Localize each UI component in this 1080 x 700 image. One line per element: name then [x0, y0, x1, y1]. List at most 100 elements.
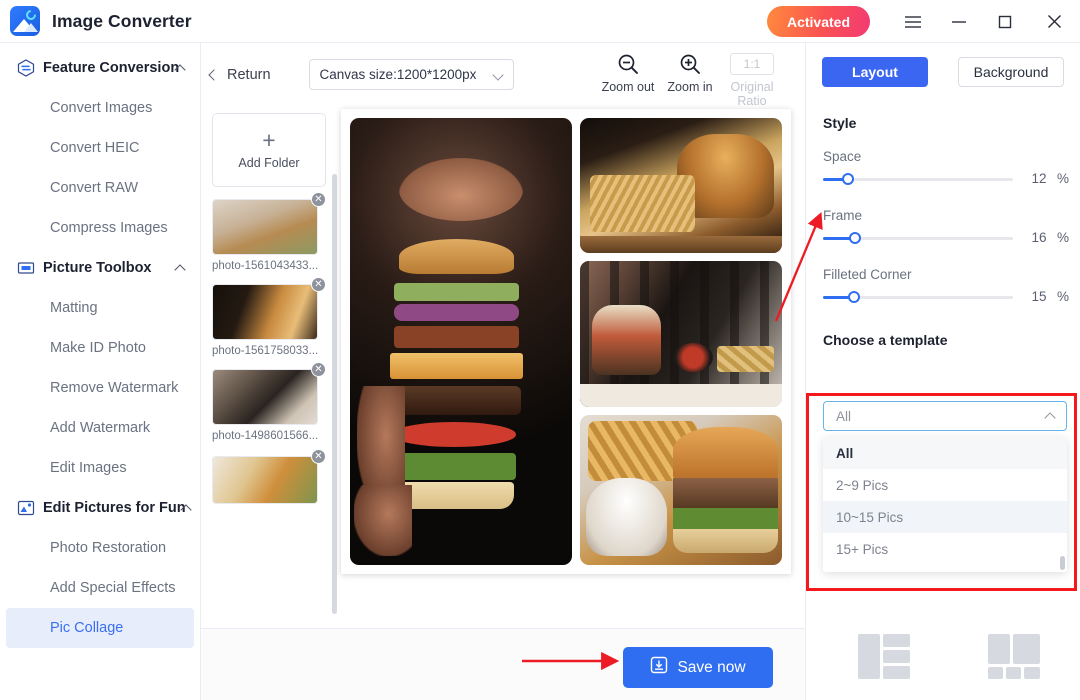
remove-icon[interactable]: ✕ [311, 362, 326, 377]
thumbnail-list[interactable]: + Add Folder ✕ photo-1561043433... ✕ pho… [201, 106, 341, 671]
sidebar-item-edit-images[interactable]: Edit Images [0, 448, 200, 488]
app-logo-icon [10, 6, 40, 36]
zoom-out-icon [597, 49, 659, 79]
slider-unit: % [1056, 171, 1069, 187]
chevron-down-icon [491, 69, 504, 81]
list-item[interactable]: ✕ [212, 449, 326, 504]
slider-space: Space 12 % [823, 149, 1080, 188]
save-button[interactable]: Save now [623, 647, 773, 688]
add-folder-button[interactable]: + Add Folder [212, 113, 326, 187]
toolbox-icon [17, 259, 35, 277]
collage-cell-2[interactable] [580, 261, 782, 408]
thumbnail-name: photo-1498601566... [212, 430, 319, 442]
zoom-in-button[interactable]: Zoom in [659, 49, 721, 108]
dropdown-option-all[interactable]: All [823, 437, 1067, 469]
close-icon[interactable] [1028, 0, 1080, 43]
thumbnail-image [212, 284, 318, 340]
collage-cell-3[interactable] [580, 415, 782, 566]
sidebar-item-convert-raw[interactable]: Convert RAW [0, 168, 200, 208]
sidebar-item-pic-collage[interactable]: Pic Collage [6, 608, 194, 648]
tab-background[interactable]: Background [958, 57, 1064, 87]
sidebar-item-compress-images[interactable]: Compress Images [0, 208, 200, 248]
app-title: Image Converter [52, 10, 192, 31]
sidebar-item-add-special-effects[interactable]: Add Special Effects [0, 568, 200, 608]
template-heading: Choose a template [823, 332, 948, 348]
list-item[interactable]: ✕ photo-1561043433... [212, 192, 326, 272]
chevron-left-icon [208, 68, 220, 81]
application-window: Image Converter Activated Feature Conver… [0, 0, 1080, 700]
panel-tabs: Layout Background [806, 43, 1080, 87]
sidebar-group-feature-conversion[interactable]: Feature Conversion [0, 48, 200, 88]
list-item[interactable]: ✕ photo-1561758033... [212, 277, 326, 357]
zoom-in-icon [659, 49, 721, 79]
tab-layout[interactable]: Layout [822, 57, 928, 87]
template-filter-select[interactable]: All [823, 401, 1067, 431]
zoom-out-button[interactable]: Zoom out [597, 49, 659, 108]
slider-value: 16 [1031, 230, 1047, 246]
slider-label: Filleted Corner [823, 267, 912, 282]
thumbnail-scrollbar[interactable] [332, 174, 337, 614]
slider-handle[interactable] [848, 290, 860, 303]
zoom-controls: Zoom out Zoom in 1:1 Original Ratio [597, 49, 783, 108]
sidebar-item-matting[interactable]: Matting [0, 288, 200, 328]
collage-canvas[interactable] [341, 109, 791, 574]
canvas-size-value: Canvas size:1200*1200px [319, 67, 477, 82]
collage-cell-1[interactable] [580, 118, 782, 254]
template-thumbnail[interactable] [858, 634, 910, 679]
collage-cell-main[interactable] [350, 118, 572, 565]
slider-value: 15 [1031, 289, 1047, 305]
canvas-size-select[interactable]: Canvas size:1200*1200px [308, 59, 514, 90]
thumbnail-image [212, 199, 318, 255]
template-thumbnail[interactable] [988, 634, 1040, 679]
sidebar-group-picture-toolbox[interactable]: Picture Toolbox [0, 248, 200, 288]
dropdown-scrollbar[interactable] [1060, 556, 1065, 570]
footer-bar: Save now [201, 628, 805, 700]
original-ratio-value: 1:1 [730, 53, 774, 75]
maximize-icon[interactable] [982, 0, 1028, 43]
hamburger-icon[interactable] [890, 0, 936, 43]
slider-filleted-corner: Filleted Corner 15 % [823, 267, 1080, 306]
thumbnail-image [212, 456, 318, 504]
collage-column-right [580, 118, 782, 566]
minimize-icon[interactable] [936, 0, 982, 43]
slider-handle[interactable] [842, 172, 854, 185]
original-ratio-label: Original Ratio [730, 80, 774, 108]
sidebar-item-convert-images[interactable]: Convert Images [0, 88, 200, 128]
dropdown-option-2-9-pics[interactable]: 2~9 Pics [823, 469, 1067, 501]
conversion-icon [17, 59, 35, 77]
slider-label: Space [823, 149, 862, 164]
sidebar-item-remove-watermark[interactable]: Remove Watermark [0, 368, 200, 408]
dropdown-option-10-15-pics[interactable]: 10~15 Pics [823, 501, 1067, 533]
activated-badge[interactable]: Activated [766, 6, 870, 37]
slider-unit: % [1056, 289, 1069, 305]
dropdown-option-15-plus-pics[interactable]: 15+ Pics [823, 533, 1067, 565]
template-filter-dropdown[interactable]: All 2~9 Pics 10~15 Pics 15+ Pics [823, 437, 1067, 572]
slider-label: Frame [823, 208, 863, 223]
original-ratio-button[interactable]: 1:1 Original Ratio [721, 49, 783, 108]
sidebar-group-label: Picture Toolbox [43, 260, 152, 276]
filleted-corner-slider[interactable] [823, 290, 1013, 304]
frame-slider[interactable] [823, 231, 1013, 245]
window-controls: Activated [766, 0, 1080, 43]
chevron-up-icon [174, 264, 186, 276]
remove-icon[interactable]: ✕ [311, 449, 326, 464]
sidebar-group-edit-pictures-for-fun[interactable]: Edit Pictures for Fun [0, 488, 200, 528]
list-item[interactable]: ✕ photo-1498601566... [212, 362, 326, 442]
sidebar-item-make-id-photo[interactable]: Make ID Photo [0, 328, 200, 368]
remove-icon[interactable]: ✕ [311, 192, 326, 207]
download-icon [650, 656, 668, 679]
sidebar-item-add-watermark[interactable]: Add Watermark [0, 408, 200, 448]
remove-icon[interactable]: ✕ [311, 277, 326, 292]
thumbnail-name: photo-1561043433... [212, 260, 319, 272]
space-slider[interactable] [823, 172, 1013, 186]
canvas-toolbar: Return Canvas size:1200*1200px Zoom out [201, 43, 805, 108]
return-button[interactable]: Return [208, 67, 271, 83]
sidebar: Feature Conversion Convert Images Conver… [0, 43, 201, 700]
sidebar-item-photo-restoration[interactable]: Photo Restoration [0, 528, 200, 568]
thumbnail-image [212, 369, 318, 425]
add-folder-label: Add Folder [238, 156, 300, 170]
slider-handle[interactable] [849, 231, 861, 244]
slider-value: 12 [1031, 171, 1047, 187]
sidebar-item-convert-heic[interactable]: Convert HEIC [0, 128, 200, 168]
title-bar: Image Converter Activated [0, 0, 1080, 43]
